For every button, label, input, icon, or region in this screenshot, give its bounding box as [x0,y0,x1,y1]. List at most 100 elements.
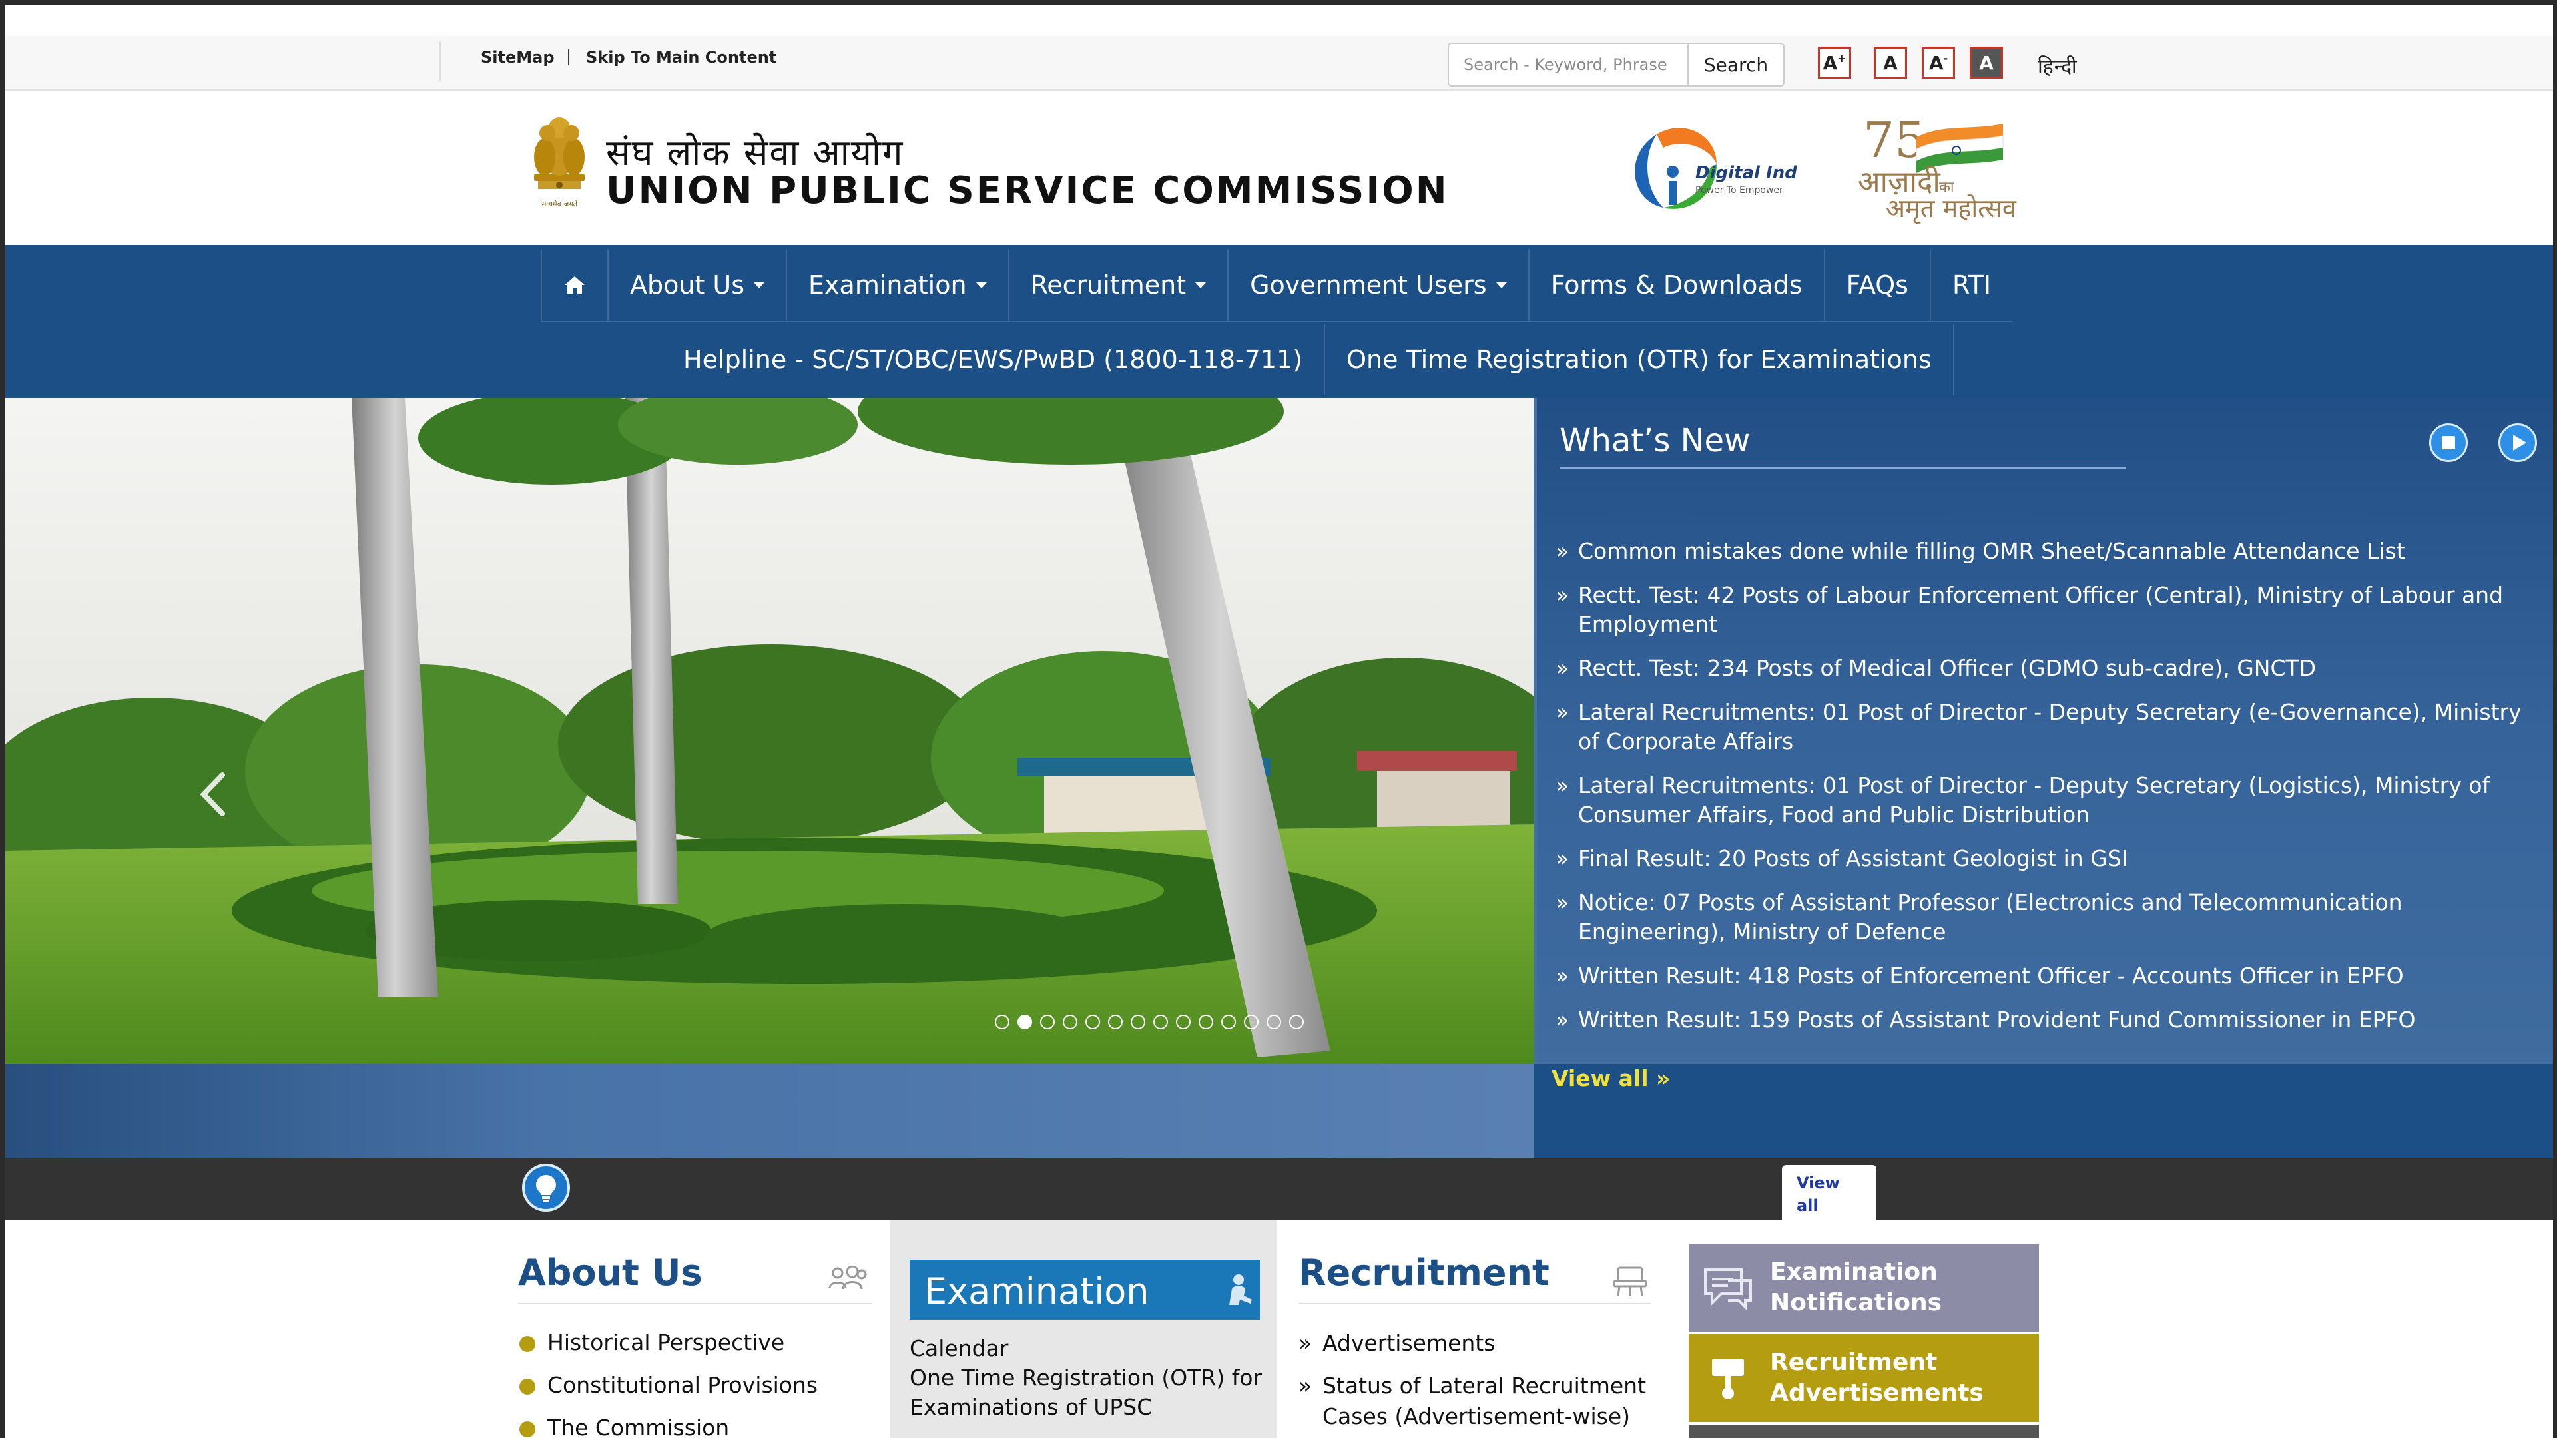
whats-new-item[interactable]: Notice: 07 Posts of Assistant Professor … [1552,888,2537,947]
whats-new-item[interactable]: Lateral Recruitments: 01 Post of Directo… [1552,771,2537,830]
examination-calendar-link[interactable]: Calendar [910,1334,1269,1363]
site-title-english: UNION PUBLIC SERVICE COMMISSION [606,169,1449,212]
hero-section: What’s New Common mistakes done while fi… [5,398,2553,1158]
nav-label: One Time Registration (OTR) for Examinat… [1346,345,1932,374]
slider-dot[interactable] [995,1015,1009,1029]
hindi-language-link[interactable]: हिन्दी [2038,52,2078,79]
whats-new-item[interactable]: Common mistakes done while filling OMR S… [1552,537,2537,566]
caret-down-icon [1496,282,1507,288]
examination-heading: Examination [924,1270,1149,1312]
nav-about-us[interactable]: About Us [609,249,788,321]
slider-dot[interactable] [1267,1015,1281,1029]
utility-separator: | [566,47,572,65]
search-input[interactable] [1448,43,1689,87]
whats-new-divider [1560,467,2126,469]
examination-otr-link[interactable]: One Time Registration (OTR) for Examinat… [910,1363,1269,1422]
font-decrease-button[interactable]: A- [1922,47,1955,79]
nav-otr[interactable]: One Time Registration (OTR) for Examinat… [1325,324,1954,395]
slider-dot[interactable] [1289,1015,1304,1029]
examination-notifications-tile[interactable]: Examination Notifications [1689,1244,2039,1332]
whats-new-item[interactable]: Final Result: 20 Posts of Assistant Geol… [1552,844,2537,873]
campus-photo [5,398,1534,1064]
slider-prev-arrow-icon[interactable] [194,771,234,818]
image-slider[interactable] [5,398,1534,1064]
whats-new-play-button[interactable] [2498,423,2537,462]
hero-bottom-band [5,1064,1534,1158]
recruitment-section: Recruitment Advertisements Status of Lat… [1298,1252,1651,1444]
whats-new-item[interactable]: Rectt. Test: 234 Posts of Medical Office… [1552,654,2537,683]
slider-dot[interactable] [1063,1015,1077,1029]
slider-dot[interactable] [1221,1015,1236,1029]
whats-new-view-all-link[interactable]: View all » [1552,1065,1670,1091]
nav-forms-downloads[interactable]: Forms & Downloads [1530,249,1825,321]
play-icon [2513,435,2526,451]
font-increase-button[interactable]: A + [1818,47,1851,79]
about-us-divider [518,1303,872,1304]
examination-heading-bar: Examination [910,1260,1260,1320]
browser-frame-right [2553,0,2557,1438]
site-header: सत्यमेव जयते संघ लोक सेवा आयोग UNION PUB… [5,91,2553,245]
slider-dot[interactable] [1108,1015,1123,1029]
sitemap-link[interactable]: SiteMap [481,48,555,67]
slider-dot[interactable] [1153,1015,1168,1029]
stop-icon [2442,436,2455,449]
azadi-ka-amrit-mahotsav-logo[interactable]: 75 आज़ादी का अमृत महोत्सव [1856,111,2030,224]
nav-examination[interactable]: Examination [787,249,1009,321]
digital-india-logo[interactable]: Digital India Power To Empower [1617,115,1797,221]
font-increase-label: A [1823,51,1838,74]
slider-dot[interactable] [1176,1015,1191,1029]
nav-rti[interactable]: RTI [1931,249,2012,321]
quick-tile-partial[interactable] [1689,1425,2039,1438]
site-title-hindi: संघ लोक सेवा आयोग [606,132,904,174]
announcement-strip: View all [5,1158,2553,1221]
slider-dot[interactable] [1085,1015,1100,1029]
strip-view-all-link[interactable]: View all [1782,1165,1876,1221]
nav-home[interactable] [541,249,609,321]
examination-section: Examination Calendar One Time Registrati… [890,1220,1277,1438]
whats-new-title: What’s New [1560,422,1751,459]
nav-label: FAQs [1846,270,1908,300]
about-us-heading: About Us [518,1252,703,1294]
recruitment-link[interactable]: Advertisements [1298,1328,1651,1359]
recruitment-advertisements-tile[interactable]: Recruitment Advertisements [1689,1334,2039,1422]
whats-new-item[interactable]: Lateral Recruitments: 01 Post of Directo… [1552,698,2537,756]
whats-new-item[interactable]: Rectt. Test: 42 Posts of Labour Enforcem… [1552,581,2537,639]
nav-row-primary: About Us Examination Recruitment Governm… [541,249,2013,322]
about-us-list: Historical Perspective Constitutional Pr… [518,1328,872,1443]
about-us-link[interactable]: Historical Perspective [518,1328,872,1357]
slider-dot[interactable] [1040,1015,1055,1029]
font-normal-button[interactable]: A [1874,47,1907,79]
slider-dot[interactable] [1017,1015,1032,1029]
slider-dot[interactable] [1131,1015,1145,1029]
search-button[interactable]: Search [1687,43,1785,87]
caret-down-icon [1195,282,1207,288]
caret-down-icon [976,282,987,288]
nav-faqs[interactable]: FAQs [1825,249,1931,321]
high-contrast-button[interactable]: A [1970,47,2003,79]
lightbulb-icon[interactable] [522,1164,570,1212]
slider-dot[interactable] [1199,1015,1213,1029]
recruitment-divider [1298,1303,1651,1304]
home-icon [565,276,585,294]
whats-new-stop-button[interactable] [2429,423,2468,462]
caret-down-icon [754,282,765,288]
about-us-link[interactable]: The Commission [518,1413,872,1443]
nav-label: RTI [1952,270,1992,300]
recruitment-link[interactable]: Status of Lateral Recruitment Cases (Adv… [1298,1371,1651,1432]
whats-new-list: Common mistakes done while filling OMR S… [1552,537,2537,1049]
nav-recruitment[interactable]: Recruitment [1009,249,1229,321]
nav-label: Government Users [1250,270,1487,300]
nav-label: Recruitment [1030,270,1187,300]
about-us-link[interactable]: Constitutional Provisions [518,1371,872,1400]
slider-dot[interactable] [1244,1015,1259,1029]
nav-government-users[interactable]: Government Users [1229,249,1530,321]
nav-helpline[interactable]: Helpline - SC/ST/OBC/EWS/PwBD (1800-118-… [662,324,1326,395]
whats-new-item[interactable]: Written Result: 418 Posts of Enforcement… [1552,961,2537,991]
nav-label: About Us [630,270,745,300]
emblem-caption: सत्यमेव जयते [541,200,578,208]
national-emblem-icon[interactable]: सत्यमेव जयते [529,113,590,214]
whats-new-item[interactable]: Written Result: 159 Posts of Assistant P… [1552,1005,2537,1035]
skip-to-main-link[interactable]: Skip To Main Content [586,48,776,67]
examination-links: Calendar One Time Registration (OTR) for… [910,1334,1269,1422]
recruitment-heading: Recruitment [1298,1252,1550,1294]
